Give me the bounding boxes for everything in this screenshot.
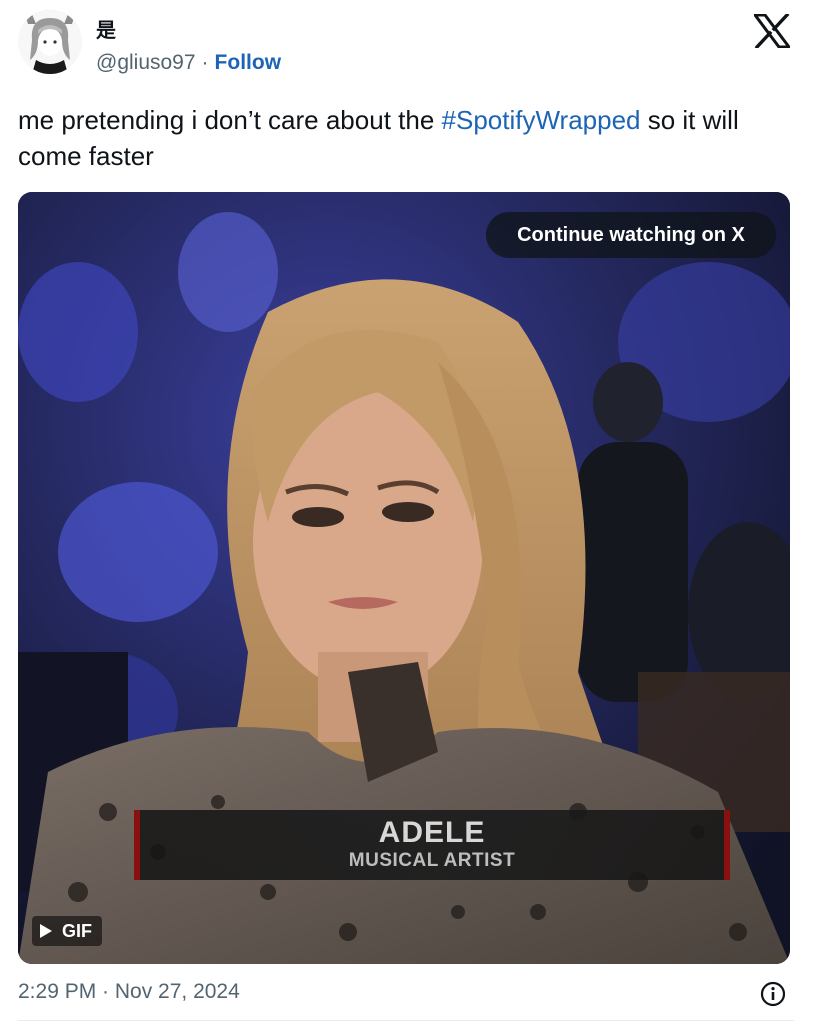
tweet-text-start: me pretending i don’t care about the: [18, 105, 442, 135]
separator-dot: ·: [201, 51, 209, 74]
divider: [18, 1020, 794, 1021]
tweet-timestamp[interactable]: 2:29 PM · Nov 27, 2024: [18, 980, 240, 1004]
info-icon[interactable]: [760, 981, 786, 1007]
author-display-name[interactable]: 是: [96, 18, 116, 42]
x-logo-icon[interactable]: [754, 14, 790, 48]
author-handle-row: @gliuso97 · Follow: [96, 50, 281, 76]
gif-label: GIF: [62, 920, 92, 941]
author-avatar[interactable]: [18, 10, 82, 74]
caption-name: ADELE: [378, 816, 486, 849]
anime-avatar-image: [18, 10, 82, 74]
play-icon: [40, 924, 52, 938]
caption-title: MUSICAL ARTIST: [348, 850, 516, 871]
hashtag-link[interactable]: #SpotifyWrapped: [442, 105, 641, 135]
continue-watching-button[interactable]: Continue watching on X: [486, 212, 776, 258]
name-caption: ADELE MUSICAL ARTIST: [134, 810, 730, 880]
gif-media[interactable]: Continue watching on X ADELE MUSICAL ART…: [18, 192, 790, 964]
gif-badge[interactable]: GIF: [32, 916, 102, 946]
follow-button[interactable]: Follow: [215, 51, 282, 74]
tweet-text: me pretending i don’t care about the #Sp…: [18, 102, 798, 174]
author-handle[interactable]: @gliuso97: [96, 51, 196, 74]
